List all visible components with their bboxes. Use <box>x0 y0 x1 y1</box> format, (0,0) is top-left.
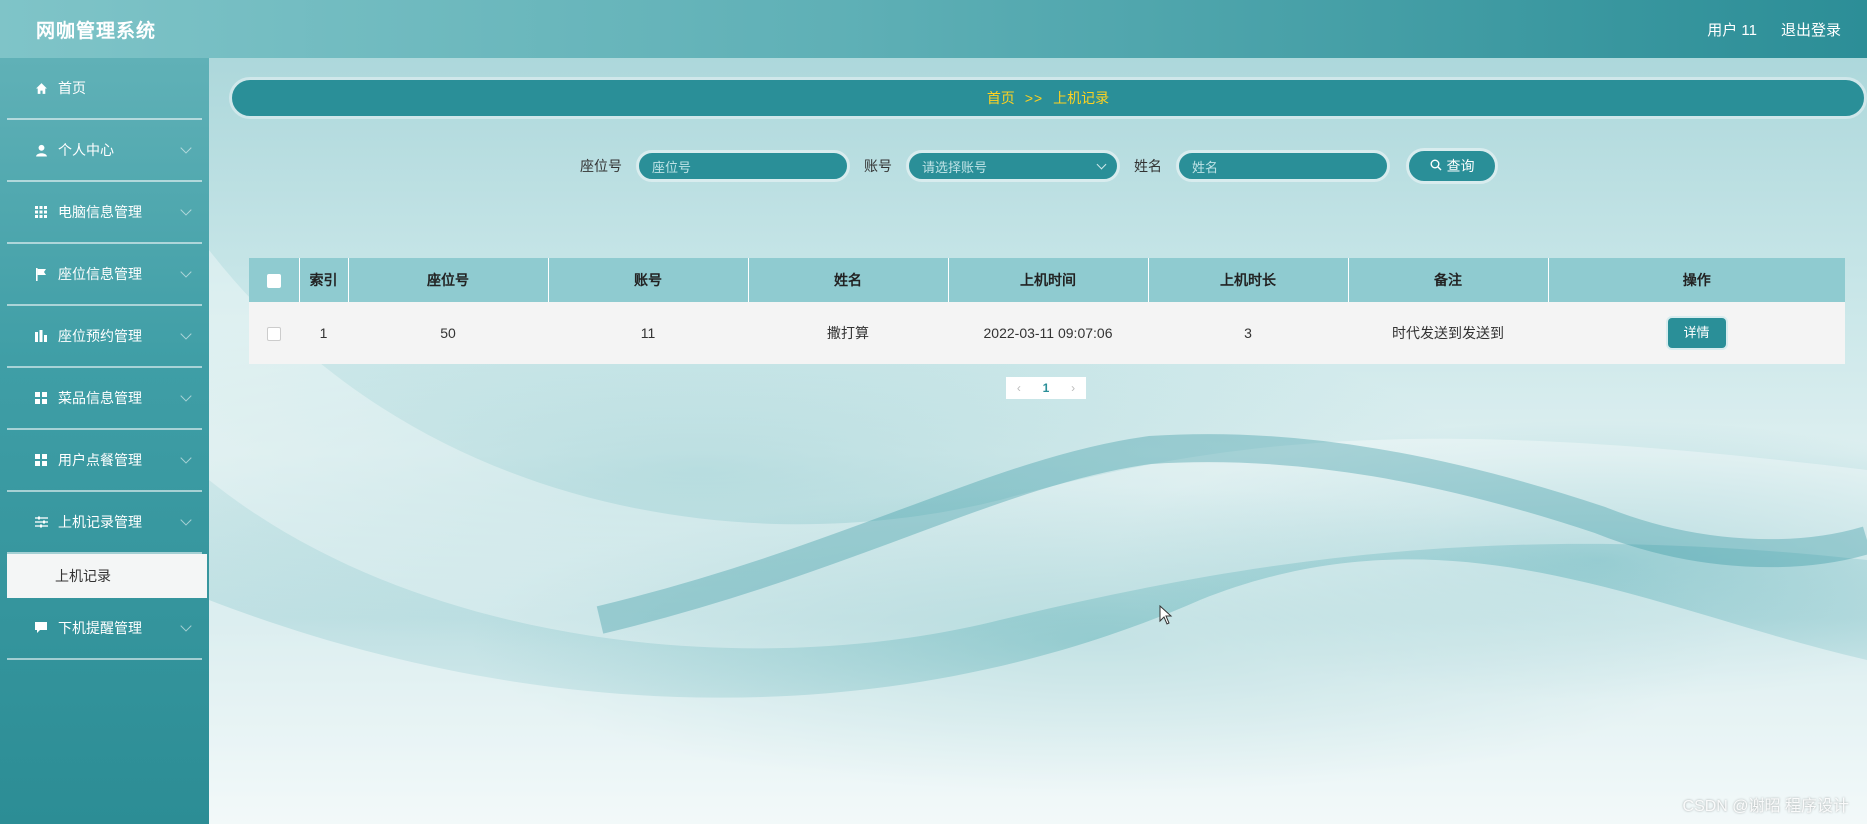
sidebar-item-home[interactable]: 首页 <box>7 58 202 120</box>
search-icon <box>1430 158 1442 174</box>
note-cell: 时代发送到发送到 <box>1392 325 1504 341</box>
account-cell: 11 <box>640 325 656 341</box>
search-button-label: 查询 <box>1446 158 1475 174</box>
select-all-cell[interactable] <box>249 258 300 302</box>
search-button[interactable]: 查询 <box>1406 148 1498 184</box>
column-header: 座位号 <box>348 258 549 302</box>
seat-cell: 50 <box>440 325 456 341</box>
duration-cell: 3 <box>1244 325 1252 341</box>
sidebar-subitem-login-record[interactable]: 上机记录 <box>7 554 207 598</box>
sidebar-item-label: 座位信息管理 <box>58 266 142 282</box>
breadcrumb-current: 上机记录 <box>1053 90 1110 106</box>
column-header: 姓名 <box>748 258 949 302</box>
sidebar-item-computer-info[interactable]: 电脑信息管理 <box>7 182 202 244</box>
breadcrumb: 首页 >> 上机记录 <box>229 77 1867 119</box>
chevron-down-icon <box>180 142 192 154</box>
table-row: 1 50 11 撒打算 2022-03-11 09:07:06 3 时代发送到发… <box>249 302 1845 364</box>
pagination: ‹ 1 › <box>1006 377 1086 399</box>
chevron-down-icon <box>180 204 192 216</box>
column-header: 上机时长 <box>1148 258 1349 302</box>
row-checkbox[interactable] <box>267 327 281 342</box>
background-wave-graphic <box>209 250 1867 824</box>
apps-icon <box>33 390 49 406</box>
next-page-icon[interactable]: › <box>1071 381 1075 395</box>
time-cell: 2022-03-11 09:07:06 <box>983 325 1113 341</box>
column-header: 备注 <box>1348 258 1549 302</box>
chevron-down-icon <box>180 266 192 278</box>
home-icon <box>33 80 49 96</box>
flag-icon <box>33 266 49 282</box>
sidebar-item-dish-info[interactable]: 菜品信息管理 <box>7 368 202 430</box>
records-table: 索引 座位号 账号 姓名 上机时间 上机时长 备注 操作 1 50 11 撒打算… <box>249 258 1845 364</box>
sidebar-item-label: 座位预约管理 <box>58 328 142 344</box>
message-icon <box>33 620 49 636</box>
sliders-icon <box>33 514 49 530</box>
index-cell: 1 <box>319 325 328 341</box>
account-select[interactable]: 请选择账号 <box>906 150 1120 182</box>
current-user-label[interactable]: 用户 11 <box>1707 19 1757 40</box>
column-header: 操作 <box>1682 272 1711 288</box>
sidebar-item-personal-center[interactable]: 个人中心 <box>7 120 202 182</box>
row-select-cell[interactable] <box>249 302 299 364</box>
user-icon <box>33 142 49 158</box>
column-header: 索引 <box>299 258 349 302</box>
top-header: 网咖管理系统 用户 11 退出登录 <box>0 0 1867 58</box>
mouse-cursor-icon <box>1159 605 1173 625</box>
grid-icon <box>33 204 49 220</box>
chevron-down-icon <box>180 514 192 526</box>
sidebar-item-label: 个人中心 <box>58 142 114 158</box>
sidebar-item-user-orders[interactable]: 用户点餐管理 <box>7 430 202 492</box>
search-bar: 座位号 座位号 账号 请选择账号 姓名 姓名 查询 <box>580 148 1498 184</box>
name-label: 姓名 <box>1134 158 1162 174</box>
sidebar-item-label: 上机记录管理 <box>58 514 142 530</box>
chevron-down-icon <box>1096 159 1107 170</box>
breadcrumb-home-link[interactable]: 首页 <box>987 88 1015 108</box>
table-header-row: 索引 座位号 账号 姓名 上机时间 上机时长 备注 操作 <box>249 258 1845 302</box>
chevron-down-icon <box>180 620 192 632</box>
sidebar-item-logout-reminder[interactable]: 下机提醒管理 <box>7 598 202 660</box>
app-title: 网咖管理系统 <box>36 20 157 42</box>
column-header: 账号 <box>548 258 749 302</box>
action-cell: 详情 <box>1548 302 1845 364</box>
seat-number-input[interactable]: 座位号 <box>636 150 850 182</box>
sidebar-item-label: 下机提醒管理 <box>58 620 142 636</box>
chart-icon <box>33 328 49 344</box>
sidebar-item-seat-reservation[interactable]: 座位预约管理 <box>7 306 202 368</box>
page-number[interactable]: 1 <box>1043 381 1050 395</box>
account-select-placeholder: 请选择账号 <box>922 159 988 175</box>
sidebar-item-label: 用户点餐管理 <box>58 452 142 468</box>
chevron-down-icon <box>180 452 192 464</box>
watermark: CSDN @谢昭 程序设计 <box>1682 798 1849 815</box>
chevron-down-icon <box>180 390 192 402</box>
name-input[interactable]: 姓名 <box>1176 150 1390 182</box>
seat-label: 座位号 <box>580 158 622 174</box>
sidebar-item-seat-info[interactable]: 座位信息管理 <box>7 244 202 306</box>
detail-button[interactable]: 详情 <box>1667 318 1726 348</box>
column-header: 上机时间 <box>948 258 1149 302</box>
sidebar-item-label: 菜品信息管理 <box>58 390 142 406</box>
breadcrumb-separator: >> <box>1024 90 1044 106</box>
sidebar: 首页 个人中心 电脑信息管理 座位信息管理 座位预约管理 菜品信息管理 用户点餐… <box>0 58 209 824</box>
prev-page-icon[interactable]: ‹ <box>1017 381 1021 395</box>
select-all-checkbox[interactable] <box>266 274 281 289</box>
name-cell: 撒打算 <box>827 325 869 341</box>
sidebar-item-label: 首页 <box>58 80 86 96</box>
logout-button[interactable]: 退出登录 <box>1781 19 1841 40</box>
header-actions: 用户 11 退出登录 <box>1707 19 1841 40</box>
chevron-down-icon <box>180 328 192 340</box>
sidebar-item-login-record-mgmt[interactable]: 上机记录管理 <box>7 492 202 554</box>
apps-icon <box>33 452 49 468</box>
account-label: 账号 <box>864 158 892 174</box>
sidebar-item-label: 电脑信息管理 <box>58 204 142 220</box>
